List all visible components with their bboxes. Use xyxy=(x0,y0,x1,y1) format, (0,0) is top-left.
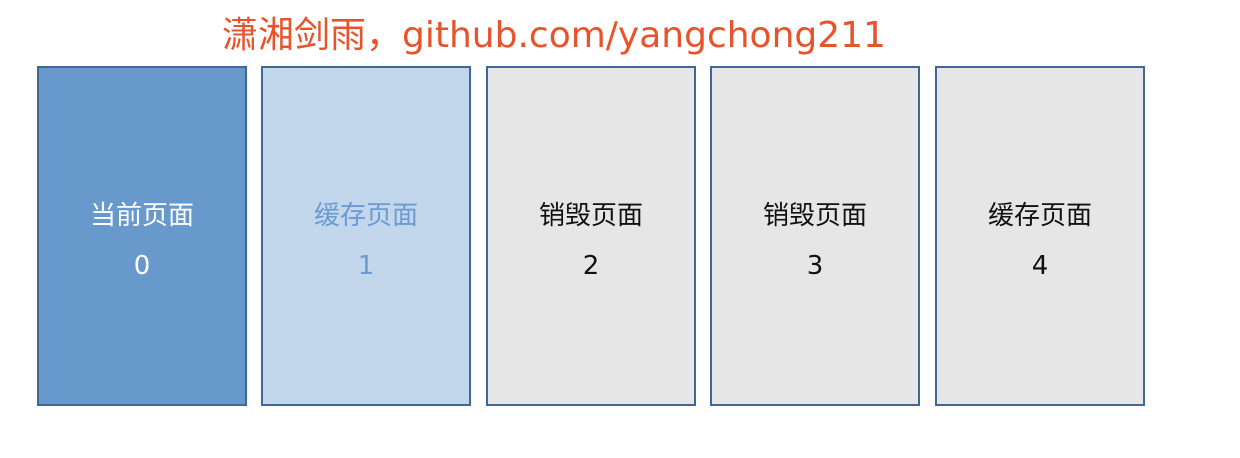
page-box-cached-far: 缓存页面 4 xyxy=(935,66,1145,406)
page-index: 3 xyxy=(806,251,824,281)
page-label: 销毁页面 xyxy=(762,201,867,231)
page-index: 0 xyxy=(133,251,151,281)
page-label: 销毁页面 xyxy=(538,201,643,231)
page-box-current: 当前页面 0 xyxy=(37,66,247,406)
page-label: 当前页面 xyxy=(89,201,194,231)
page-label: 缓存页面 xyxy=(313,201,418,231)
page-index: 4 xyxy=(1031,251,1049,281)
watermark-text: 潇湘剑雨，github.com/yangchong211 xyxy=(222,15,886,56)
page-index: 2 xyxy=(582,251,600,281)
page-box-destroyed: 销毁页面 3 xyxy=(710,66,920,406)
page-box-destroyed: 销毁页面 2 xyxy=(486,66,696,406)
page-label: 缓存页面 xyxy=(987,201,1092,231)
page-box-cached: 缓存页面 1 xyxy=(261,66,471,406)
page-index: 1 xyxy=(357,251,375,281)
